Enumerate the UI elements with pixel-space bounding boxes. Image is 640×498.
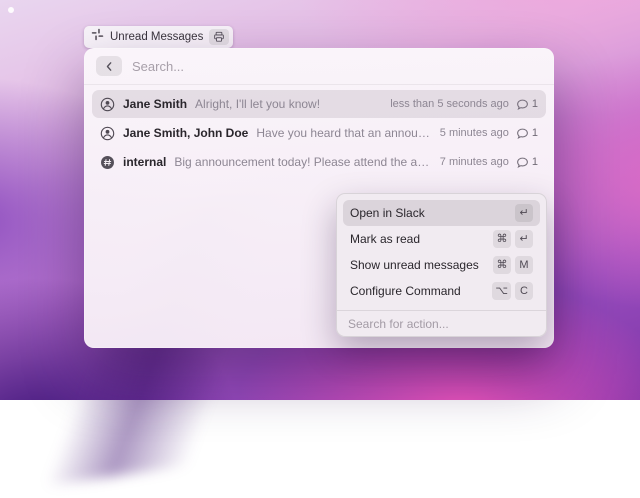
- message-preview: Big announcement today! Please attend th…: [174, 155, 431, 169]
- chevron-left-icon: [103, 60, 116, 73]
- menubar-status-dot: [8, 7, 14, 13]
- option-key-icon: ⌥: [492, 282, 511, 300]
- search-input[interactable]: [132, 59, 542, 74]
- enter-key-icon: ↵: [515, 204, 533, 222]
- person-circle-icon: [100, 126, 115, 141]
- actions-menu: Open in Slack ↵ Mark as read ⌘ ↵ Show un…: [336, 193, 547, 337]
- actions-items: Open in Slack ↵ Mark as read ⌘ ↵ Show un…: [337, 194, 546, 310]
- action-label: Show unread messages: [350, 258, 479, 272]
- m-key-icon: M: [515, 256, 533, 274]
- shortcut-keys: ↵: [515, 204, 533, 222]
- action-mark-as-read[interactable]: Mark as read ⌘ ↵: [343, 226, 540, 252]
- slack-icon: [91, 28, 104, 46]
- unread-count: 1: [532, 156, 538, 168]
- unread-count-badge: 1: [516, 156, 538, 169]
- launcher-window: Jane Smith Alright, I'll let you know! l…: [84, 48, 554, 348]
- shortcut-keys: ⌥ C: [492, 282, 533, 300]
- message-row[interactable]: Jane Smith Alright, I'll let you know! l…: [92, 90, 546, 118]
- action-search-input[interactable]: [348, 317, 535, 331]
- printer-icon[interactable]: [209, 29, 229, 45]
- hash-circle-icon: [100, 155, 115, 170]
- message-row[interactable]: internal Big announcement today! Please …: [92, 148, 546, 176]
- speech-bubble-icon: [516, 127, 529, 140]
- shortcut-keys: ⌘ ↵: [493, 230, 533, 248]
- message-list: Jane Smith Alright, I'll let you know! l…: [84, 85, 554, 176]
- message-sender: Jane Smith, John Doe: [123, 126, 248, 140]
- unread-count: 1: [532, 127, 538, 139]
- command-key-icon: ⌘: [493, 256, 511, 274]
- person-circle-icon: [100, 97, 115, 112]
- channel-name: internal: [123, 155, 166, 169]
- action-open-in-slack[interactable]: Open in Slack ↵: [343, 200, 540, 226]
- search-header: [84, 48, 554, 85]
- back-button[interactable]: [96, 56, 122, 76]
- actions-search-bar: [337, 310, 546, 336]
- action-label: Configure Command: [350, 284, 461, 298]
- message-timestamp: less than 5 seconds ago: [390, 98, 509, 110]
- message-preview: Have you heard that an announcement is c…: [256, 126, 431, 140]
- message-timestamp: 5 minutes ago: [440, 127, 509, 139]
- command-key-icon: ⌘: [493, 230, 511, 248]
- message-sender: Jane Smith: [123, 97, 187, 111]
- speech-bubble-icon: [516, 156, 529, 169]
- unread-count: 1: [532, 98, 538, 110]
- unread-count-badge: 1: [516, 98, 538, 111]
- shortcut-keys: ⌘ M: [493, 256, 533, 274]
- action-label: Mark as read: [350, 232, 420, 246]
- action-configure-command[interactable]: Configure Command ⌥ C: [343, 278, 540, 304]
- message-preview: Alright, I'll let you know!: [195, 97, 382, 111]
- enter-key-icon: ↵: [515, 230, 533, 248]
- action-label: Open in Slack: [350, 206, 425, 220]
- message-row[interactable]: Jane Smith, John Doe Have you heard that…: [92, 119, 546, 147]
- menubar-command-label: Unread Messages: [110, 31, 203, 43]
- c-key-icon: C: [515, 282, 533, 300]
- message-timestamp: 7 minutes ago: [440, 156, 509, 168]
- menubar-command-pill[interactable]: Unread Messages: [84, 26, 233, 48]
- unread-count-badge: 1: [516, 127, 538, 140]
- speech-bubble-icon: [516, 98, 529, 111]
- action-show-unread-messages[interactable]: Show unread messages ⌘ M: [343, 252, 540, 278]
